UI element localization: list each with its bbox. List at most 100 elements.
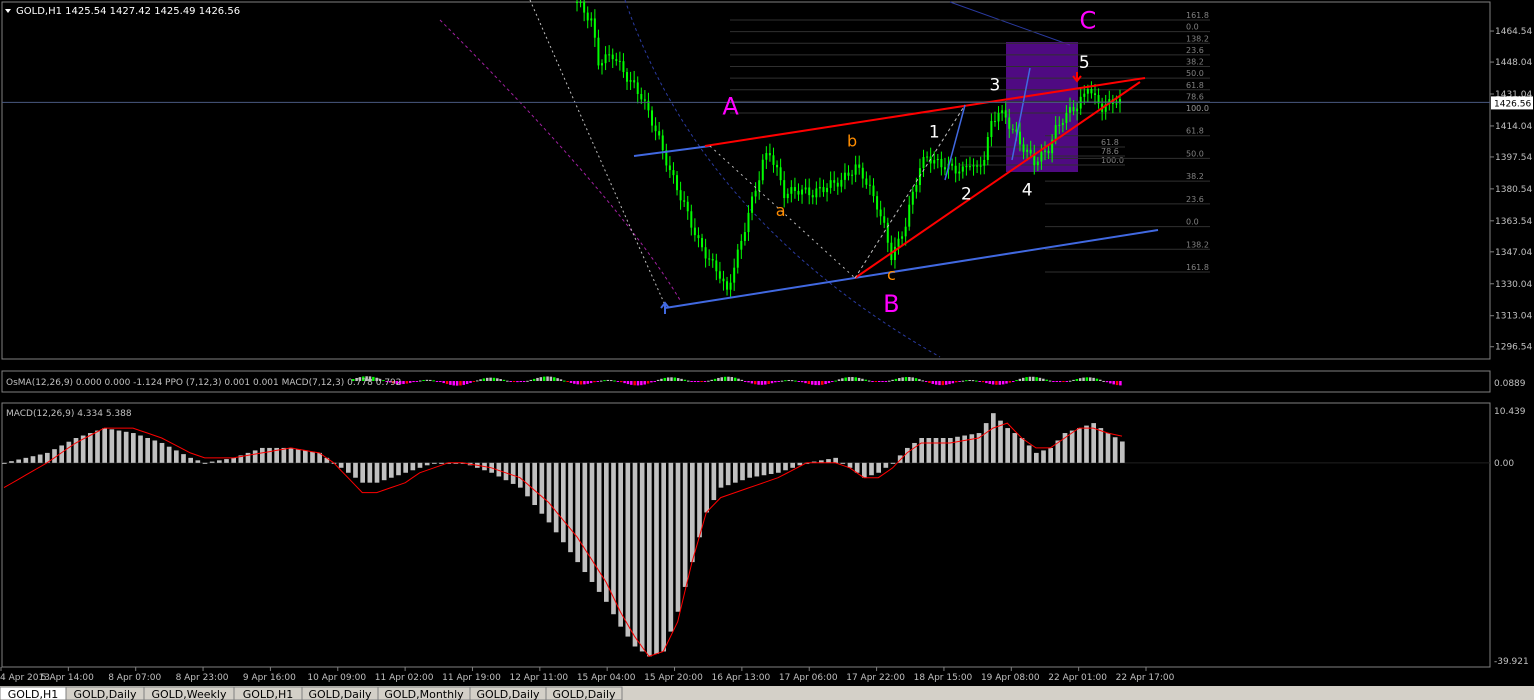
candle-body bbox=[1090, 89, 1093, 94]
macd-bar bbox=[1005, 428, 1010, 463]
osma-bar bbox=[834, 380, 837, 382]
osma-bar bbox=[1032, 376, 1035, 381]
macd-bar bbox=[123, 431, 129, 463]
osma-bar bbox=[737, 378, 740, 381]
osma-bar bbox=[589, 381, 593, 384]
candle-body bbox=[718, 271, 721, 279]
osma-bar bbox=[995, 381, 998, 385]
osma-bar bbox=[817, 381, 821, 386]
osma-bar bbox=[1011, 381, 1015, 382]
price-tick-label: 1330.04 bbox=[1495, 280, 1532, 290]
osma-bar bbox=[871, 381, 874, 382]
candle-body bbox=[668, 165, 671, 171]
osma-bar bbox=[951, 381, 955, 384]
osma-bar bbox=[831, 381, 834, 382]
candle-body bbox=[1047, 150, 1050, 154]
candle-body bbox=[597, 37, 600, 66]
macd-bar bbox=[661, 462, 666, 652]
candle-body bbox=[868, 184, 871, 186]
osma-bar bbox=[1068, 380, 1072, 382]
candle-body bbox=[1076, 108, 1079, 112]
osma-bar bbox=[851, 377, 854, 381]
candle-body bbox=[797, 190, 800, 195]
candle-body bbox=[1068, 106, 1071, 113]
candle-body bbox=[672, 170, 675, 176]
candle-body bbox=[608, 54, 611, 56]
osma-bar bbox=[1105, 381, 1109, 383]
price-panel[interactable] bbox=[1, 1, 1491, 360]
macd-bar bbox=[231, 457, 236, 463]
candle-body bbox=[776, 164, 779, 168]
macd-bar bbox=[539, 462, 545, 514]
symbol-info: GOLD,H1 1425.54 1427.42 1425.49 1426.56 bbox=[16, 6, 240, 17]
osma-bar bbox=[1058, 381, 1062, 383]
fib-label: 61.8 bbox=[1101, 138, 1119, 147]
macd-bar bbox=[1084, 425, 1089, 463]
osma-bar bbox=[539, 377, 543, 381]
macd-bar bbox=[783, 462, 788, 471]
candle-body bbox=[651, 110, 654, 126]
macd-bar bbox=[9, 461, 14, 463]
macd-bar bbox=[131, 433, 136, 463]
osma-bar bbox=[536, 377, 539, 381]
candle-body bbox=[933, 160, 936, 164]
osma-bar bbox=[767, 381, 770, 385]
osma-bar bbox=[713, 378, 717, 381]
candle-body bbox=[622, 61, 625, 73]
macd-bar bbox=[95, 430, 100, 463]
osma-bar bbox=[944, 381, 948, 385]
osma-bar bbox=[743, 381, 747, 382]
macd-bar bbox=[761, 462, 767, 476]
macd-bar bbox=[360, 462, 365, 483]
fib-label: 23.6 bbox=[1186, 195, 1204, 204]
macd-bar bbox=[439, 462, 444, 464]
fib-label: 0.0 bbox=[1186, 23, 1199, 32]
macd-bar bbox=[625, 462, 631, 637]
macd-bar bbox=[948, 438, 953, 463]
macd-bar bbox=[353, 462, 358, 478]
macd-bar bbox=[16, 459, 21, 463]
candle-body bbox=[740, 240, 743, 250]
osma-bar bbox=[402, 381, 405, 385]
osma-bar bbox=[1065, 381, 1069, 382]
osma-axis-label: 0.0889 bbox=[1494, 379, 1526, 389]
candle-body bbox=[711, 259, 714, 261]
candle-body bbox=[1043, 150, 1046, 152]
tab-label: GOLD,Daily bbox=[476, 688, 540, 700]
macd-bar bbox=[303, 450, 308, 463]
candle-body bbox=[976, 165, 979, 167]
macd-bar bbox=[639, 462, 645, 652]
macd-bar bbox=[1012, 433, 1018, 463]
osma-bar bbox=[666, 377, 670, 381]
osma-bar bbox=[609, 380, 613, 382]
fib-label: 23.6 bbox=[1186, 46, 1204, 55]
candle-body bbox=[829, 180, 832, 188]
tab-label: GOLD,Daily bbox=[73, 688, 137, 700]
macd-panel[interactable] bbox=[1, 402, 1491, 668]
osma-bar bbox=[720, 377, 723, 381]
candle-body bbox=[708, 258, 711, 260]
osma-bar bbox=[573, 381, 576, 384]
macd-bar bbox=[510, 462, 516, 484]
osma-bar bbox=[1089, 377, 1092, 381]
osma-bar bbox=[727, 376, 730, 381]
candle-body bbox=[629, 80, 632, 82]
tab-label: GOLD,Monthly bbox=[384, 688, 464, 700]
macd-bar bbox=[589, 462, 595, 582]
candle-body bbox=[583, 2, 586, 13]
osma-bar bbox=[576, 381, 579, 385]
osma-bar bbox=[747, 381, 750, 383]
osma-bar bbox=[586, 381, 589, 384]
osma-bar bbox=[998, 381, 1002, 385]
osma-bar bbox=[553, 377, 556, 381]
osma-bar bbox=[693, 381, 697, 382]
candle-body bbox=[865, 178, 868, 185]
candle-body bbox=[1001, 110, 1004, 114]
macd-bar bbox=[1098, 428, 1104, 463]
osma-bar bbox=[898, 378, 901, 381]
candle-body bbox=[751, 196, 754, 213]
candle-body bbox=[1004, 110, 1007, 118]
osma-bar bbox=[931, 381, 935, 384]
osma-bar bbox=[1035, 377, 1038, 381]
candle-body bbox=[879, 209, 882, 217]
